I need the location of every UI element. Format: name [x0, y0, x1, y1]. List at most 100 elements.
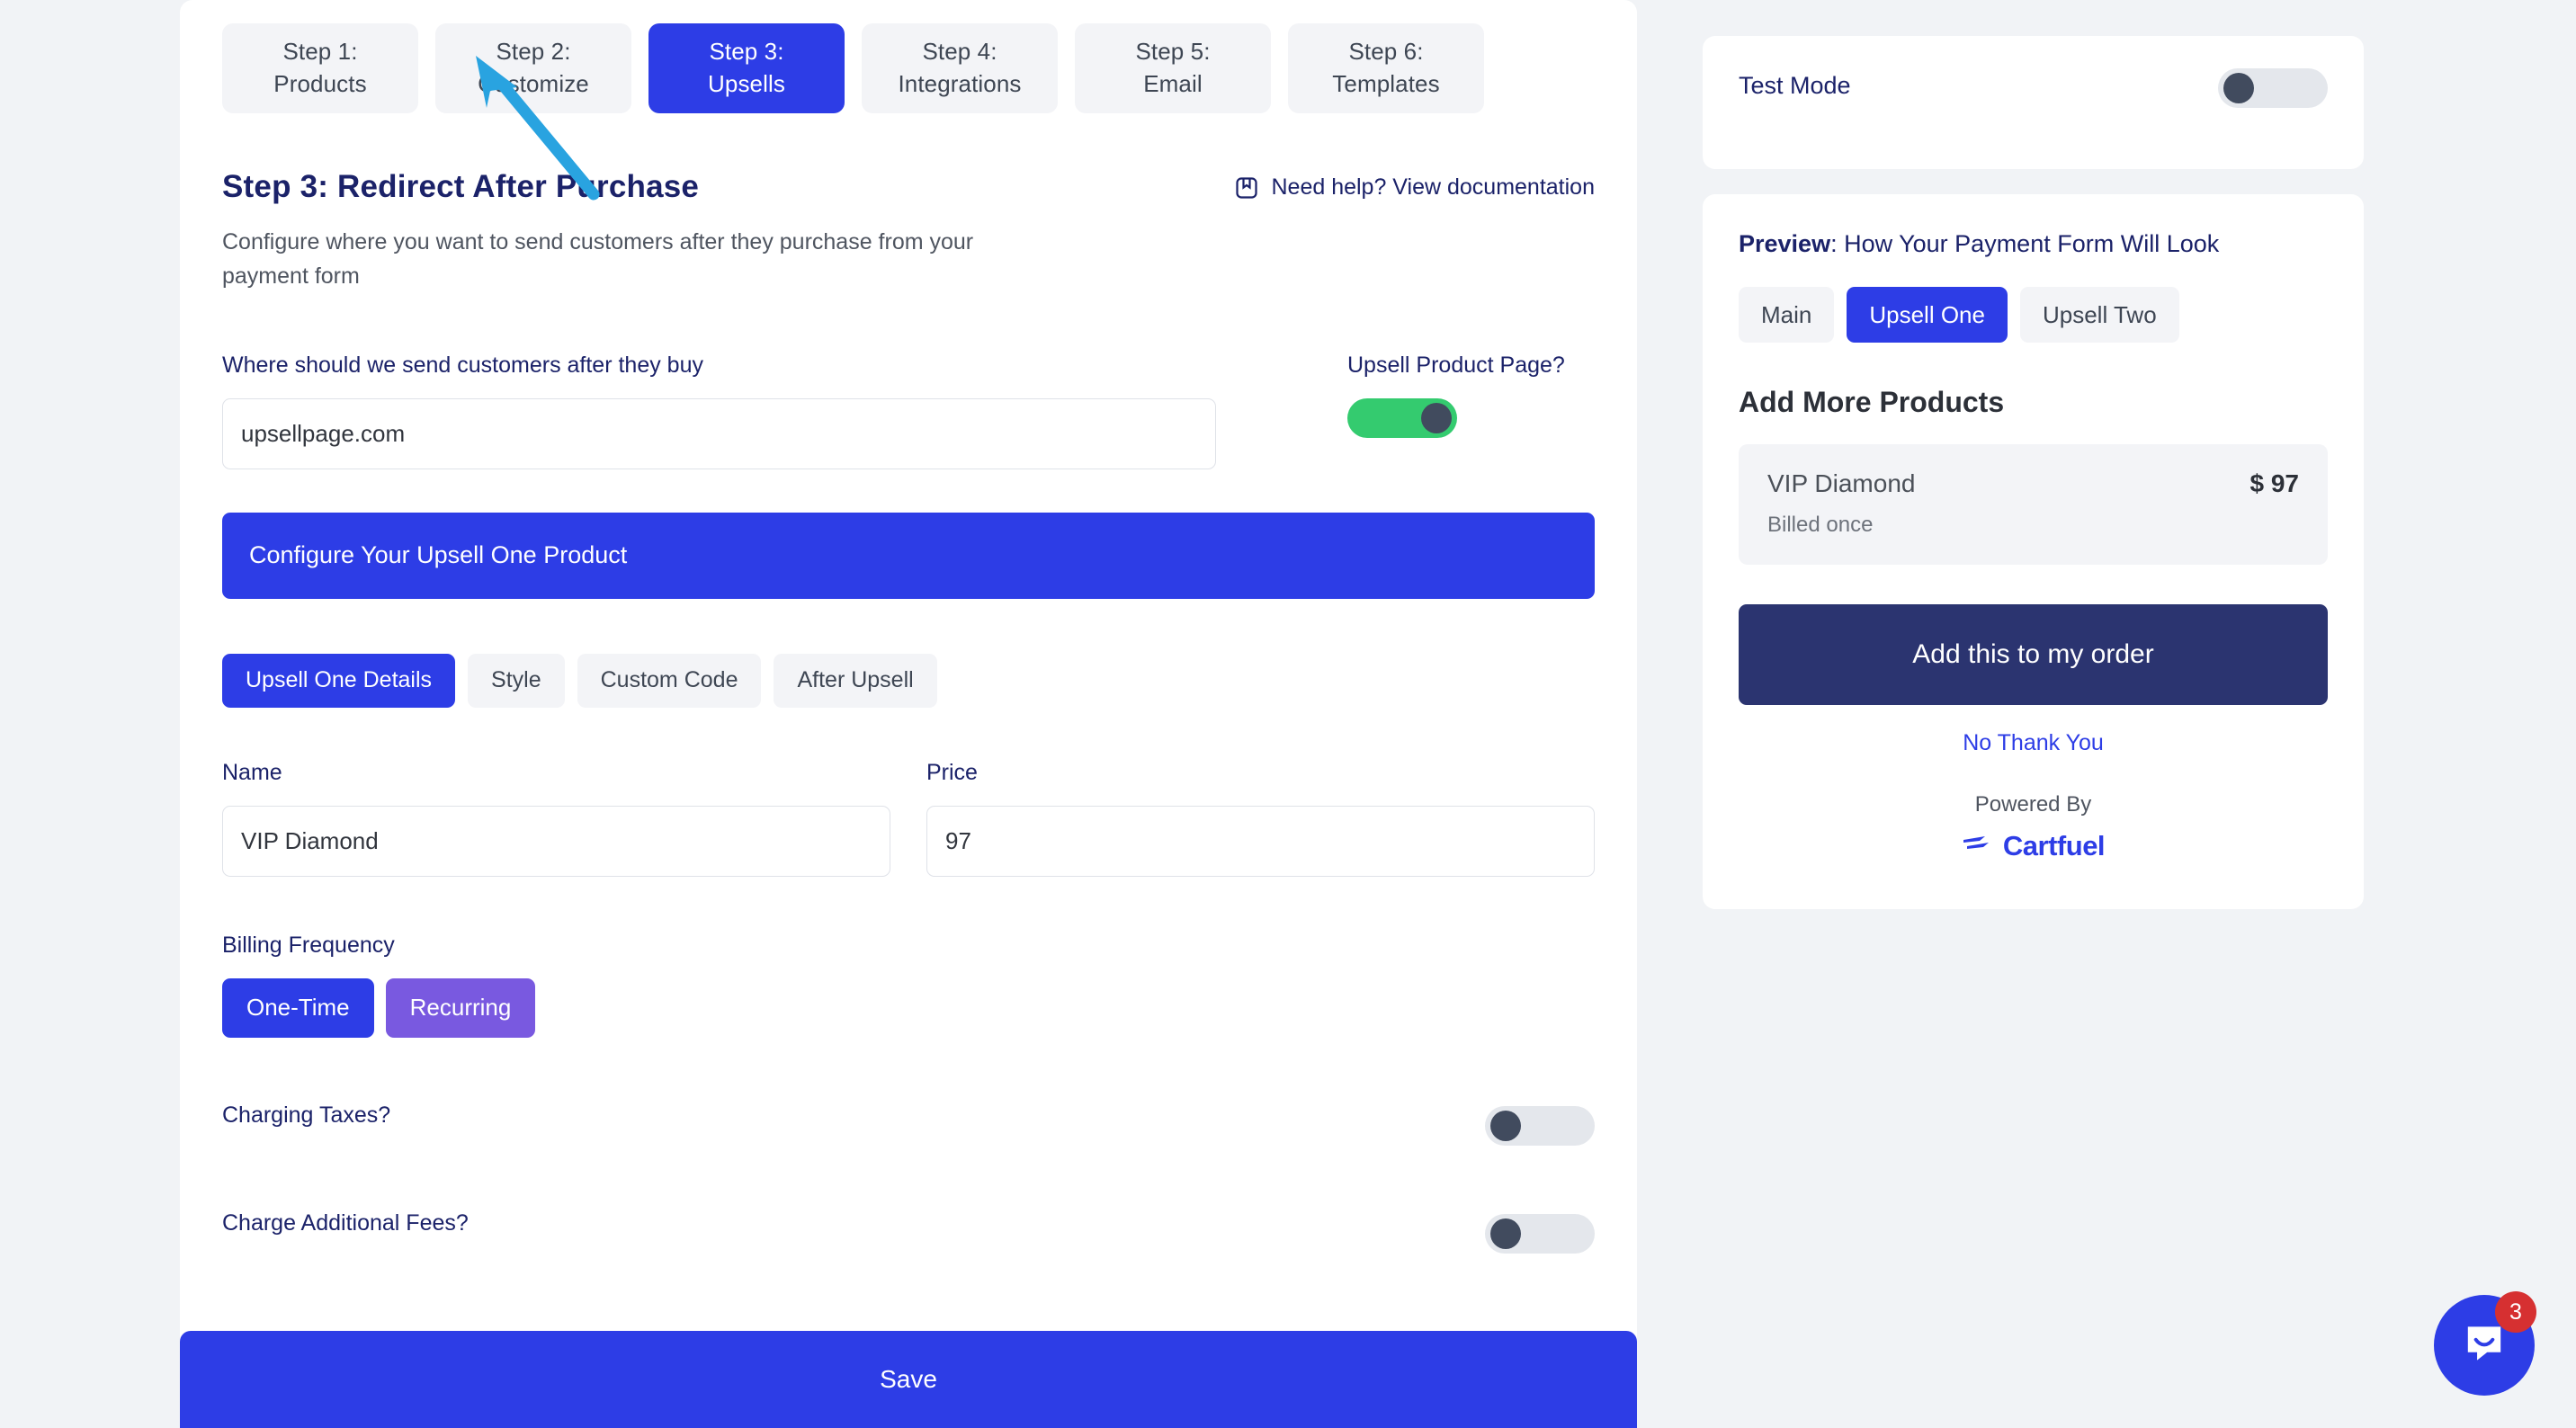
redirect-label: Where should we send customers after the…	[222, 352, 703, 378]
step-tab-5-email[interactable]: Step 5: Email	[1075, 23, 1271, 113]
powered-by-text: Powered By	[1974, 792, 2092, 817]
page-title: Step 3: Redirect After Purchase	[222, 169, 700, 204]
toggle-knob	[2223, 73, 2254, 103]
test-mode-toggle[interactable]	[2218, 68, 2328, 108]
toggle-knob	[1421, 402, 1452, 433]
documentation-link-label: Need help? View documentation	[1271, 174, 1595, 200]
product-price-label: Price	[926, 759, 978, 785]
cartfuel-mark-icon	[1962, 833, 1996, 861]
tab-custom-code[interactable]: Custom Code	[577, 653, 762, 708]
preview-product-top-row: VIP Diamond $ 97	[1767, 469, 2299, 498]
preview-product-price: $ 97	[2250, 469, 2300, 497]
product-name-label: Name	[222, 759, 282, 785]
step-tab-4-integrations[interactable]: Step 4: Integrations	[862, 23, 1058, 113]
step-tab-line1: Step 6:	[1348, 38, 1424, 66]
preview-card: Preview: How Your Payment Form Will Look…	[1703, 194, 2364, 909]
billing-frequency-options: One-Time Recurring	[222, 977, 1595, 1038]
billing-option-recurring[interactable]: Recurring	[385, 977, 536, 1038]
additional-fees-toggle[interactable]	[1485, 1213, 1595, 1254]
charging-taxes-row: Charging Taxes?	[222, 1086, 1595, 1146]
redirect-field-block: Where should we send customers after the…	[180, 294, 1637, 469]
preview-tab-label: Upsell One	[1869, 300, 1985, 328]
step-tab-line1: Step 1:	[282, 38, 358, 66]
right-sidebar: Test Mode Preview: How Your Payment Form…	[1703, 36, 2364, 909]
test-mode-label: Test Mode	[1739, 72, 1851, 99]
tab-upsell-one-details[interactable]: Upsell One Details	[222, 653, 456, 708]
step-tab-2-customize[interactable]: Step 2: Customize	[435, 23, 631, 113]
add-to-order-label: Add this to my order	[1912, 639, 2154, 669]
product-fields-row: Name Price	[222, 760, 1595, 877]
upsell-product-page-group: Upsell Product Page?	[1347, 353, 1565, 438]
product-name-input[interactable]	[222, 805, 890, 877]
configure-upsell-banner[interactable]: Configure Your Upsell One Product	[222, 512, 1595, 599]
add-more-products-heading: Add More Products	[1739, 386, 2005, 418]
preview-tab-label: Upsell Two	[2042, 300, 2157, 328]
step-tab-6-templates[interactable]: Step 6: Templates	[1288, 23, 1484, 113]
documentation-link[interactable]: Need help? View documentation	[1234, 169, 1595, 201]
preview-tab-main[interactable]: Main	[1739, 287, 1835, 343]
intercom-unread-badge: 3	[2495, 1291, 2536, 1333]
preview-tab-navigation: Main Upsell One Upsell Two	[1739, 287, 2328, 343]
preview-product-billing-note: Billed once	[1767, 513, 1874, 537]
charging-taxes-toggle[interactable]	[1485, 1105, 1595, 1146]
upsell-subtab-navigation: Upsell One Details Style Custom Code Aft…	[222, 653, 1595, 708]
billing-option-label: One-Time	[246, 994, 350, 1021]
step-tab-line2: Integrations	[898, 70, 1022, 97]
billing-option-label: Recurring	[409, 994, 512, 1021]
preview-title-rest: : How Your Payment Form Will Look	[1830, 230, 2220, 257]
tab-label: Custom Code	[600, 667, 738, 692]
step-tab-line2: Templates	[1332, 70, 1440, 97]
save-button-label: Save	[880, 1365, 937, 1393]
step-navigation: Step 1: Products Step 2: Customize Step …	[180, 0, 1637, 113]
tab-label: Upsell One Details	[246, 667, 433, 692]
preview-product-card: VIP Diamond $ 97 Billed once	[1739, 444, 2328, 565]
billing-frequency-label: Billing Frequency	[222, 932, 395, 958]
step-tab-3-upsells[interactable]: Step 3: Upsells	[648, 23, 845, 113]
main-content-card: Step 1: Products Step 2: Customize Step …	[180, 0, 1637, 1428]
step-tab-line2: Customize	[478, 70, 589, 97]
tab-label: After Upsell	[797, 667, 914, 692]
product-name-group: Name	[222, 760, 890, 877]
billing-frequency-group: Billing Frequency One-Time Recurring	[222, 933, 1595, 1038]
step-tab-line2: Upsells	[708, 70, 785, 97]
page-header-text: Step 3: Redirect After Purchase Configur…	[222, 169, 1014, 294]
save-button[interactable]: Save	[180, 1331, 1637, 1428]
additional-fees-row: Charge Additional Fees?	[222, 1194, 1595, 1254]
step-tab-line2: Products	[273, 70, 367, 97]
charging-taxes-label: Charging Taxes?	[222, 1102, 391, 1128]
product-price-group: Price	[926, 760, 1595, 877]
toggle-knob	[1490, 1110, 1521, 1141]
upsell-product-page-toggle[interactable]	[1347, 397, 1457, 438]
step-tab-line1: Step 2:	[496, 38, 571, 66]
preview-tab-label: Main	[1761, 300, 1812, 328]
step-tab-line1: Step 5:	[1135, 38, 1211, 66]
page-header: Step 3: Redirect After Purchase Configur…	[180, 113, 1637, 294]
tab-label: Style	[491, 667, 541, 692]
decline-upsell-label: No Thank You	[1963, 730, 2104, 755]
add-to-order-button[interactable]: Add this to my order	[1739, 604, 2328, 705]
upsell-product-page-label: Upsell Product Page?	[1347, 352, 1565, 378]
redirect-url-input[interactable]	[222, 397, 1216, 469]
preview-title: Preview: How Your Payment Form Will Look	[1739, 230, 2328, 258]
bookmark-icon	[1234, 175, 1259, 201]
billing-option-one-time[interactable]: One-Time	[222, 977, 374, 1038]
cartfuel-wordmark: Cartfuel	[2002, 830, 2106, 861]
additional-fees-label: Charge Additional Fees?	[222, 1210, 469, 1236]
step-tab-line2: Email	[1143, 70, 1203, 97]
page-subtitle: Configure where you want to send custome…	[222, 229, 974, 290]
decline-upsell-link[interactable]: No Thank You	[1739, 730, 2328, 756]
configure-upsell-banner-label: Configure Your Upsell One Product	[249, 541, 628, 568]
redirect-input-group: Where should we send customers after the…	[222, 353, 1216, 469]
tab-after-upsell[interactable]: After Upsell	[774, 653, 937, 708]
preview-tab-upsell-two[interactable]: Upsell Two	[2019, 287, 2179, 343]
step-tab-line1: Step 3:	[709, 38, 784, 66]
test-mode-card: Test Mode	[1703, 36, 2364, 169]
step-tab-line1: Step 4:	[922, 38, 997, 66]
product-price-input[interactable]	[926, 805, 1595, 877]
tab-style[interactable]: Style	[468, 653, 565, 708]
toggle-knob	[1490, 1218, 1521, 1249]
preview-tab-upsell-one[interactable]: Upsell One	[1847, 287, 2008, 343]
step-tab-1-products[interactable]: Step 1: Products	[222, 23, 418, 113]
preview-product-name: VIP Diamond	[1767, 469, 1916, 497]
intercom-launcher-button[interactable]: 3	[2434, 1291, 2536, 1396]
